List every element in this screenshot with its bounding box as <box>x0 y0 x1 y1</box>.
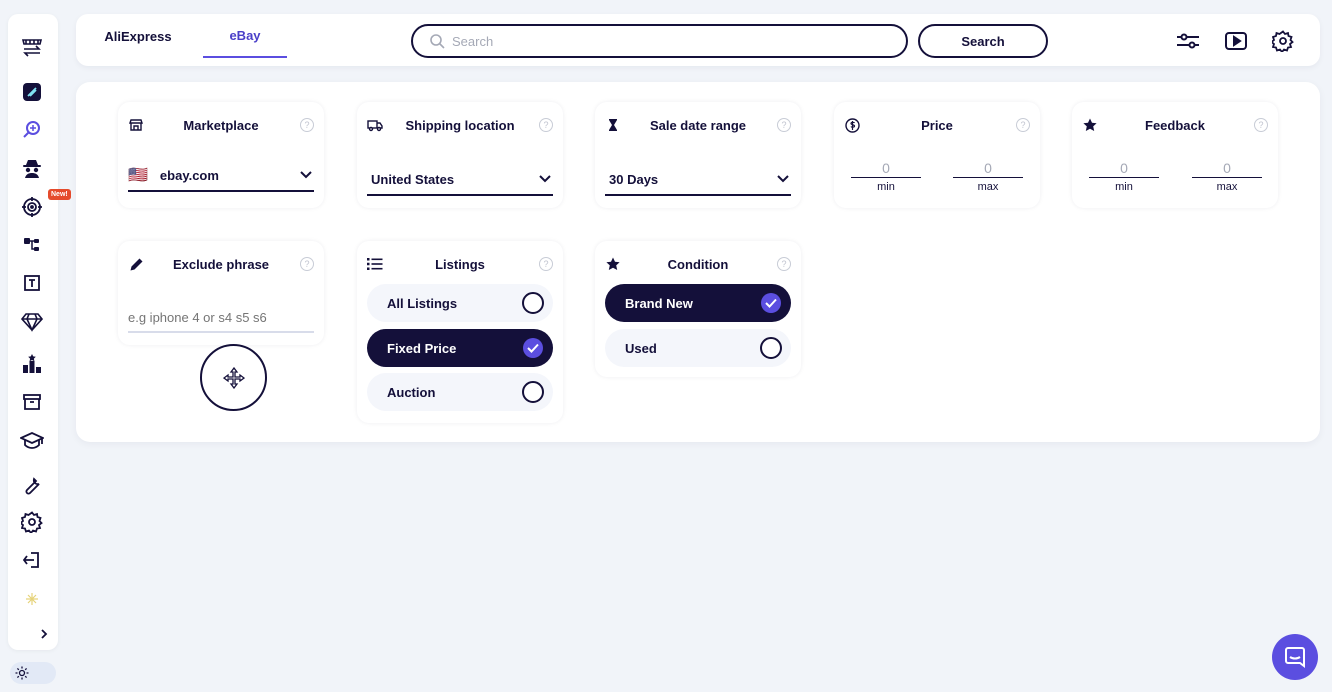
tools-icon[interactable] <box>20 474 44 498</box>
option-label: Brand New <box>625 295 693 311</box>
condition-option-brand-new[interactable]: Brand New <box>605 284 791 322</box>
shipping-title: Shipping location <box>405 118 515 133</box>
option-label: All Listings <box>387 295 458 311</box>
feedback-min-field[interactable]: 0 min <box>1089 158 1159 193</box>
listing-option-auction[interactable]: Auction <box>367 373 553 411</box>
settings-icon[interactable] <box>20 510 44 534</box>
help-icon[interactable]: ? <box>300 257 314 271</box>
price-title: Price <box>921 118 953 133</box>
feedback-max-input[interactable]: 0 <box>1192 158 1262 178</box>
condition-title: Condition <box>667 257 729 272</box>
shipping-card: Shipping location ? United States <box>357 102 563 208</box>
shipping-value: United States <box>371 171 455 187</box>
tab-ebay[interactable]: eBay <box>203 14 287 58</box>
sale-date-value: 30 Days <box>609 171 659 187</box>
help-icon[interactable]: ? <box>1016 118 1030 132</box>
exclude-phrase-input[interactable] <box>128 303 314 333</box>
option-label: Fixed Price <box>387 340 457 356</box>
top-sellers-icon[interactable] <box>20 352 44 376</box>
store-swap-icon[interactable] <box>20 34 44 58</box>
help-icon[interactable]: ? <box>777 118 791 132</box>
competitor-target-icon[interactable]: New! <box>20 189 71 219</box>
shipping-select[interactable]: United States <box>367 164 553 196</box>
condition-option-used[interactable]: Used <box>605 329 791 367</box>
sidebar: New! <box>8 14 71 650</box>
exclude-phrase-title: Exclude phrase <box>172 257 270 272</box>
listings-title: Listings <box>435 257 485 272</box>
marketplace-value: ebay.com <box>159 167 219 183</box>
radio-unchecked-icon <box>522 381 544 403</box>
checkmark-icon <box>523 338 543 358</box>
search-icon <box>429 33 445 49</box>
search-box[interactable] <box>411 24 908 58</box>
settings-gear-icon[interactable] <box>1271 30 1295 52</box>
help-icon[interactable]: ? <box>1254 118 1268 132</box>
radio-unchecked-icon <box>522 292 544 314</box>
spy-icon[interactable] <box>20 156 44 180</box>
chat-bubble-icon <box>1284 646 1306 668</box>
sale-date-title: Sale date range <box>649 118 747 133</box>
us-flag-icon: 🇺🇸 <box>128 167 148 184</box>
sale-date-select[interactable]: 30 Days <box>605 164 791 196</box>
checkmark-icon <box>761 293 781 313</box>
feedback-max-field[interactable]: 0 max <box>1192 158 1262 193</box>
price-min-input[interactable]: 0 <box>851 158 921 178</box>
radio-unchecked-icon <box>760 337 782 359</box>
marketplace-card: Marketplace ? 🇺🇸 ebay.com <box>118 102 324 208</box>
expand-sidebar-icon[interactable] <box>34 622 54 646</box>
help-icon[interactable]: ? <box>539 118 553 132</box>
feedback-title: Feedback <box>1145 118 1205 133</box>
chevron-down-icon <box>539 175 551 183</box>
video-play-icon[interactable] <box>1224 30 1248 52</box>
sliders-icon[interactable] <box>1176 30 1200 52</box>
title-builder-icon[interactable] <box>20 271 44 295</box>
theme-toggle[interactable] <box>10 662 56 684</box>
premium-diamond-icon[interactable] <box>20 310 44 334</box>
option-label: Used <box>625 340 657 356</box>
price-max-input[interactable]: 0 <box>953 158 1023 178</box>
help-icon[interactable]: ? <box>300 118 314 132</box>
help-icon[interactable]: ? <box>777 257 791 271</box>
condition-card: Condition ? Brand New Used <box>595 241 801 377</box>
search-input[interactable] <box>452 33 892 49</box>
sparkle-icon <box>20 587 44 611</box>
option-label: Auction <box>387 384 436 400</box>
help-icon[interactable]: ? <box>539 257 553 271</box>
tab-aliexpress[interactable]: AliExpress <box>94 14 182 58</box>
new-badge: New! <box>48 189 71 200</box>
category-tree-icon[interactable] <box>20 233 44 257</box>
marketplace-select[interactable]: 🇺🇸 ebay.com <box>128 160 314 192</box>
search-button[interactable]: Search <box>918 24 1048 58</box>
listing-option-fixed-price[interactable]: Fixed Price <box>367 329 553 367</box>
logout-icon[interactable] <box>20 548 44 572</box>
move-cursor-icon <box>222 366 245 389</box>
feedback-card: Feedback ? 0 min 0 max <box>1072 102 1278 208</box>
sale-date-card: Sale date range ? 30 Days <box>595 102 801 208</box>
archive-icon[interactable] <box>20 390 44 414</box>
price-min-label: min <box>877 181 895 193</box>
academy-icon[interactable] <box>20 429 44 453</box>
marketplace-title: Marketplace <box>183 118 259 133</box>
listing-option-all[interactable]: All Listings <box>367 284 553 322</box>
feedback-min-label: min <box>1115 181 1133 193</box>
sun-icon <box>15 666 29 680</box>
top-header: AliExpress eBay Search <box>76 14 1320 66</box>
price-max-label: max <box>977 181 999 193</box>
product-search-icon[interactable] <box>20 118 44 142</box>
exclude-phrase-card: Exclude phrase ? <box>118 241 324 345</box>
price-min-field[interactable]: 0 min <box>851 158 921 193</box>
app-logo-icon[interactable] <box>20 80 44 104</box>
move-cursor-ring <box>200 344 267 411</box>
chevron-down-icon <box>300 171 312 179</box>
feedback-max-label: max <box>1216 181 1238 193</box>
price-card: Price ? 0 min 0 max <box>834 102 1040 208</box>
listings-card: Listings ? All Listings Fixed Price Auct… <box>357 241 563 423</box>
feedback-min-input[interactable]: 0 <box>1089 158 1159 178</box>
chat-support-button[interactable] <box>1272 634 1318 680</box>
price-max-field[interactable]: 0 max <box>953 158 1023 193</box>
chevron-down-icon <box>777 175 789 183</box>
